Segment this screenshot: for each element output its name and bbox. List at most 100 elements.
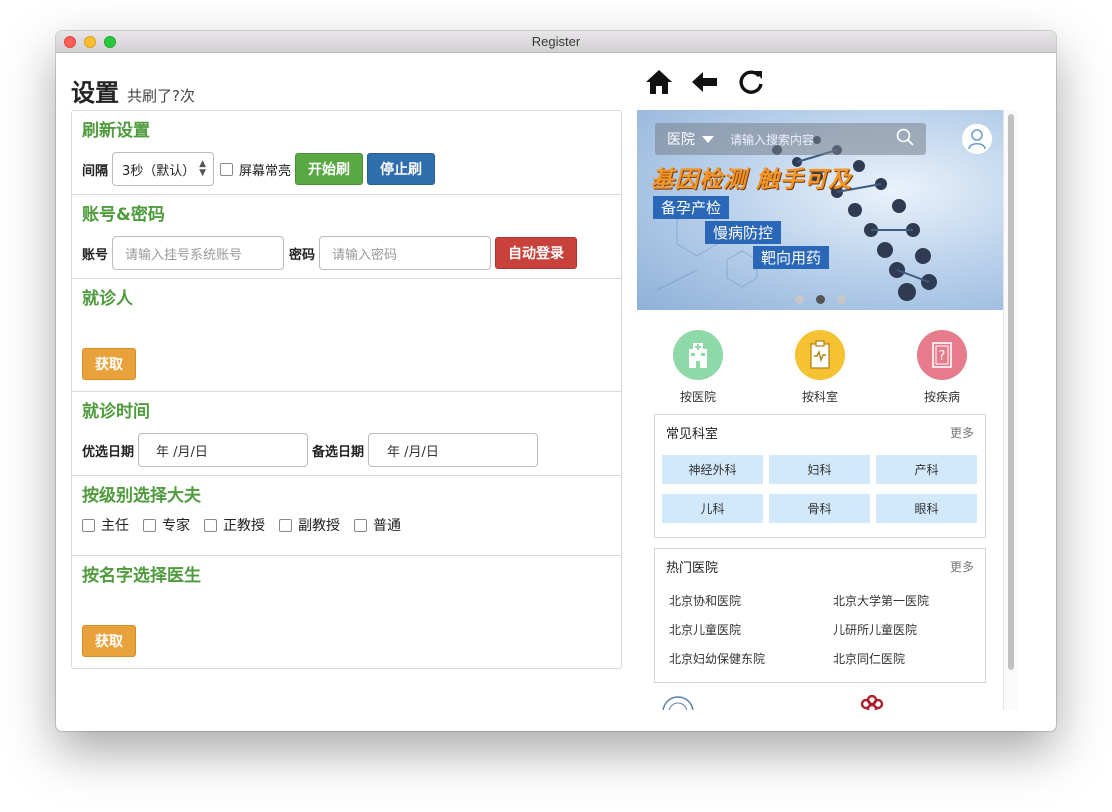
department-item[interactable]: 神经外科: [662, 455, 763, 484]
svg-text:?: ?: [939, 349, 946, 364]
category-by-disease[interactable]: ? 按疾病: [897, 330, 987, 414]
level-checkbox[interactable]: [279, 518, 292, 532]
webview-scrollbar[interactable]: [1003, 110, 1017, 710]
level-option-expert[interactable]: 专家: [143, 515, 190, 535]
hospital-item[interactable]: 北京同仁医院: [833, 645, 983, 674]
page-heading: 设置 共刷了?次: [71, 53, 622, 110]
hospitals-card: 热门医院 更多 北京协和医院 北京大学第一医院 北京儿童医院 儿研所儿童医院 北…: [654, 548, 986, 683]
banner-tag: 慢病防控: [705, 221, 782, 244]
level-checkbox[interactable]: [143, 518, 156, 532]
level-checkbox[interactable]: [354, 518, 367, 532]
settings-form: 刷新设置 间隔 3秒（默认） ▲ ▼ 屏幕常亮 开始刷 停止刷 账号&密码 账号…: [71, 110, 622, 669]
clipboard-icon: [795, 330, 845, 380]
password-input[interactable]: 请输入密码: [319, 236, 492, 270]
reload-icon[interactable]: [737, 68, 765, 96]
hospital-item[interactable]: 北京儿童医院: [669, 616, 833, 645]
doctor-level-title: 按级别选择大夫: [82, 486, 201, 506]
close-window-button[interactable]: [64, 36, 76, 48]
patient-section: 就诊人 获取: [72, 279, 621, 392]
department-item[interactable]: 骨科: [769, 494, 870, 523]
doctor-level-section: 按级别选择大夫 主任 专家 正教授 副教授 普通: [72, 476, 621, 556]
auto-login-button[interactable]: 自动登录: [495, 237, 578, 269]
department-item[interactable]: 产科: [876, 455, 977, 484]
category-label: 按疾病: [923, 390, 960, 404]
departments-title: 常见科室: [666, 426, 719, 442]
account-label: 账号: [82, 247, 109, 263]
home-icon[interactable]: [645, 69, 673, 95]
level-checkbox[interactable]: [204, 518, 217, 532]
level-option-associate-professor[interactable]: 副教授: [279, 515, 340, 535]
mobile-webview: 医院 请输入搜索内容 基因检测 触手可及 备孕产检 慢病防控 靶向用药 按医院 …: [637, 110, 1003, 710]
level-option-director[interactable]: 主任: [82, 515, 129, 535]
doctor-name-section: 按名字选择医生 获取: [72, 556, 621, 668]
account-input[interactable]: 请输入挂号系统账号: [112, 236, 285, 270]
interval-value: 3秒（默认）: [122, 163, 196, 179]
search-input[interactable]: 请输入搜索内容: [730, 131, 896, 148]
alt-date-input[interactable]: 年 /月/日: [368, 433, 539, 467]
fetch-doctor-button[interactable]: 获取: [82, 625, 136, 657]
university-logo-icon: [662, 696, 694, 710]
banner-tag: 备孕产检: [653, 196, 730, 219]
hospitals-list: 北京协和医院 北京大学第一医院 北京儿童医院 儿研所儿童医院 北京妇幼保健东院 …: [655, 583, 985, 682]
visit-time-title: 就诊时间: [82, 402, 150, 422]
category-by-department[interactable]: 按科室: [775, 330, 865, 414]
banner-slogan: 基因检测 触手可及: [651, 167, 853, 193]
department-item[interactable]: 儿科: [662, 494, 763, 523]
city-select[interactable]: 医院: [667, 129, 695, 149]
app-window: Register 设置 共刷了?次 刷新设置 间隔 3秒（默认） ▲ ▼ 屏幕常…: [56, 31, 1056, 731]
hospital-item[interactable]: 北京大学第一医院: [833, 587, 983, 616]
unicom-logo-icon: [860, 695, 884, 710]
visit-time-section: 就诊时间 优选日期 年 /月/日 备选日期 年 /月/日: [72, 392, 621, 476]
interval-select[interactable]: 3秒（默认） ▲ ▼: [112, 152, 215, 186]
scrollbar-thumb[interactable]: [1008, 114, 1014, 670]
account-title: 账号&密码: [82, 205, 165, 225]
level-option-general[interactable]: 普通: [354, 515, 401, 535]
hospital-item[interactable]: 北京妇幼保健东院: [669, 645, 833, 674]
book-question-icon: ?: [917, 330, 967, 380]
maximize-window-button[interactable]: [104, 36, 116, 48]
settings-panel: 设置 共刷了?次 刷新设置 间隔 3秒（默认） ▲ ▼ 屏幕常亮 开始刷 停止刷…: [71, 53, 622, 669]
hospital-item[interactable]: 儿研所儿童医院: [833, 616, 983, 645]
select-arrows-icon: ▲ ▼: [199, 159, 207, 178]
back-arrow-icon[interactable]: [691, 70, 719, 94]
password-label: 密码: [289, 247, 316, 263]
caret-down-icon: [702, 135, 714, 143]
hospital-icon: [673, 330, 723, 380]
level-option-professor[interactable]: 正教授: [204, 515, 265, 535]
preferred-date-input[interactable]: 年 /月/日: [138, 433, 309, 467]
carousel-dots: [795, 295, 846, 304]
browser-nav: [637, 53, 1017, 110]
category-shortcuts: 按医院 按科室 ? 按疾病: [637, 310, 1003, 414]
carousel-dot[interactable]: [837, 295, 846, 304]
user-avatar-icon[interactable]: [961, 123, 993, 155]
search-bar[interactable]: 医院 请输入搜索内容: [655, 123, 926, 155]
minimize-window-button[interactable]: [84, 36, 96, 48]
level-checkbox[interactable]: [82, 518, 95, 532]
level-option-label: 主任: [101, 518, 129, 534]
screen-on-checkbox[interactable]: [220, 162, 234, 176]
page-title: 设置: [71, 79, 119, 107]
stop-refresh-button[interactable]: 停止刷: [367, 153, 436, 185]
start-refresh-button[interactable]: 开始刷: [295, 153, 364, 185]
department-item[interactable]: 妇科: [769, 455, 870, 484]
departments-grid: 神经外科 妇科 产科 儿科 骨科 眼科: [655, 449, 985, 537]
hospitals-more-link[interactable]: 更多: [950, 558, 974, 575]
hospital-item[interactable]: 北京协和医院: [669, 587, 833, 616]
preferred-date-label: 优选日期: [82, 444, 135, 460]
title-bar: Register: [56, 31, 1056, 53]
search-icon[interactable]: [896, 128, 914, 150]
fetch-patient-button[interactable]: 获取: [82, 348, 136, 380]
departments-more-link[interactable]: 更多: [950, 424, 974, 441]
banner-tag: 靶向用药: [753, 246, 830, 269]
department-item[interactable]: 眼科: [876, 494, 977, 523]
category-by-hospital[interactable]: 按医院: [653, 330, 743, 414]
window-controls: [64, 36, 116, 48]
doctor-name-title: 按名字选择医生: [82, 566, 201, 586]
account-section: 账号&密码 账号 请输入挂号系统账号 密码 请输入密码 自动登录: [72, 195, 621, 279]
promo-banner[interactable]: 医院 请输入搜索内容 基因检测 触手可及 备孕产检 慢病防控 靶向用药: [637, 110, 1003, 310]
hospitals-title: 热门医院: [666, 560, 719, 576]
carousel-dot-active[interactable]: [816, 295, 825, 304]
patient-title: 就诊人: [82, 289, 133, 309]
window-title: Register: [531, 34, 581, 49]
carousel-dot[interactable]: [795, 295, 804, 304]
